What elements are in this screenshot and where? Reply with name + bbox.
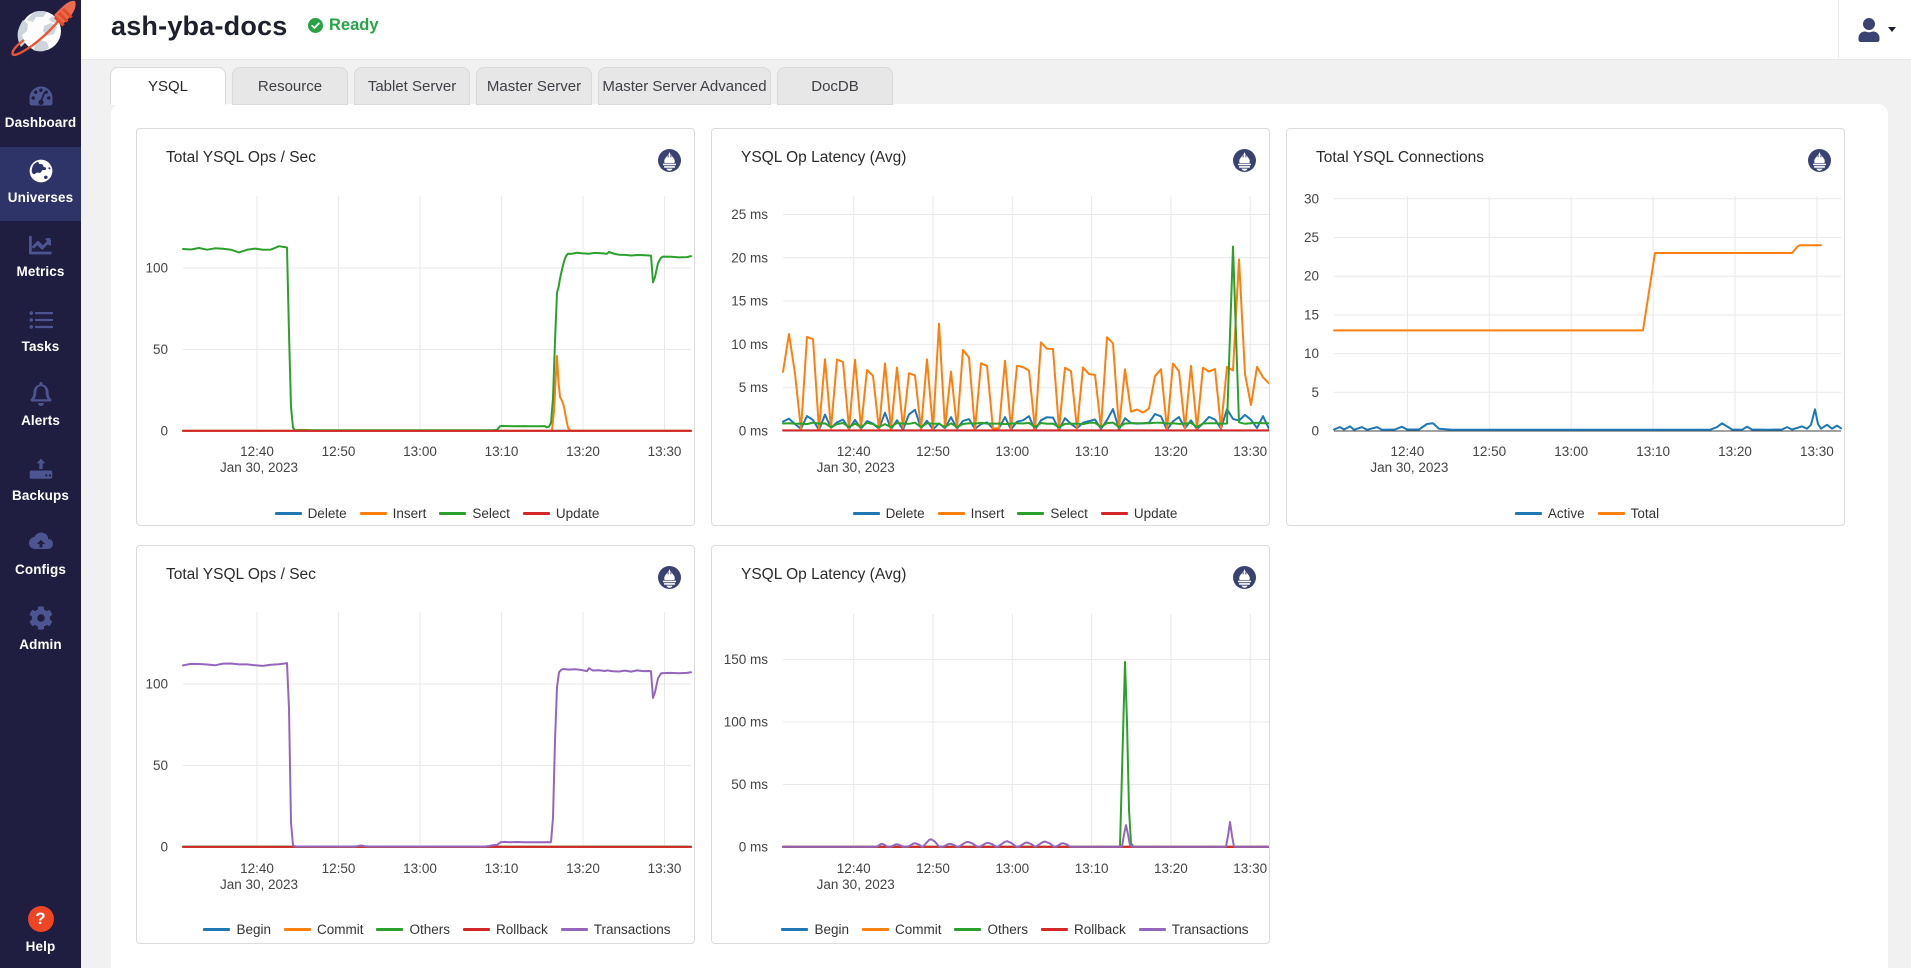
svg-text:15: 15: [1304, 307, 1319, 322]
svg-text:12:40: 12:40: [240, 444, 274, 459]
svg-text:20 ms: 20 ms: [731, 250, 768, 265]
svg-text:30: 30: [1304, 191, 1319, 206]
svg-text:50: 50: [153, 342, 168, 357]
svg-text:12:40: 12:40: [1391, 444, 1425, 459]
svg-text:13:20: 13:20: [1154, 861, 1188, 876]
svg-text:25 ms: 25 ms: [731, 207, 768, 222]
svg-text:13:10: 13:10: [485, 444, 519, 459]
svg-text:13:30: 13:30: [648, 444, 682, 459]
svg-text:15 ms: 15 ms: [731, 294, 768, 309]
svg-text:13:10: 13:10: [1075, 444, 1109, 459]
svg-text:12:50: 12:50: [916, 861, 950, 876]
svg-text:13:00: 13:00: [995, 861, 1029, 876]
svg-text:13:20: 13:20: [1154, 444, 1188, 459]
svg-text:13:30: 13:30: [648, 861, 682, 876]
svg-text:100: 100: [145, 261, 168, 276]
svg-text:Jan 30, 2023: Jan 30, 2023: [220, 460, 298, 475]
svg-text:25: 25: [1304, 230, 1319, 245]
svg-text:13:00: 13:00: [403, 861, 437, 876]
svg-text:13:00: 13:00: [1554, 444, 1588, 459]
svg-text:13:30: 13:30: [1800, 444, 1834, 459]
svg-text:13:20: 13:20: [566, 861, 600, 876]
svg-text:Jan 30, 2023: Jan 30, 2023: [817, 460, 895, 475]
svg-text:0: 0: [160, 424, 168, 439]
svg-text:0 ms: 0 ms: [739, 840, 769, 855]
svg-text:12:40: 12:40: [240, 861, 274, 876]
svg-text:12:50: 12:50: [322, 444, 356, 459]
svg-text:13:10: 13:10: [485, 861, 519, 876]
svg-text:13:30: 13:30: [1233, 861, 1267, 876]
svg-text:13:10: 13:10: [1636, 444, 1670, 459]
svg-text:Jan 30, 2023: Jan 30, 2023: [817, 877, 895, 892]
svg-text:5 ms: 5 ms: [739, 380, 769, 395]
svg-text:12:50: 12:50: [916, 444, 950, 459]
svg-text:13:20: 13:20: [1718, 444, 1752, 459]
svg-text:0: 0: [160, 840, 168, 855]
svg-text:13:30: 13:30: [1233, 444, 1267, 459]
svg-text:20: 20: [1304, 269, 1319, 284]
svg-text:13:00: 13:00: [995, 444, 1029, 459]
svg-text:13:20: 13:20: [566, 444, 600, 459]
svg-text:13:10: 13:10: [1075, 861, 1109, 876]
svg-text:50 ms: 50 ms: [731, 777, 768, 792]
svg-text:12:50: 12:50: [1472, 444, 1506, 459]
svg-text:13:00: 13:00: [403, 444, 437, 459]
svg-text:5: 5: [1311, 385, 1319, 400]
svg-text:50: 50: [153, 758, 168, 773]
svg-text:12:40: 12:40: [837, 861, 871, 876]
svg-text:0 ms: 0 ms: [739, 424, 769, 439]
svg-text:10 ms: 10 ms: [731, 337, 768, 352]
svg-text:100 ms: 100 ms: [724, 715, 769, 730]
svg-text:150 ms: 150 ms: [724, 652, 769, 667]
svg-text:100: 100: [145, 677, 168, 692]
svg-text:Jan 30, 2023: Jan 30, 2023: [1370, 460, 1448, 475]
svg-text:Jan 30, 2023: Jan 30, 2023: [220, 877, 298, 892]
svg-text:0: 0: [1311, 424, 1319, 439]
svg-text:12:40: 12:40: [837, 444, 871, 459]
svg-text:10: 10: [1304, 346, 1319, 361]
svg-text:12:50: 12:50: [322, 861, 356, 876]
